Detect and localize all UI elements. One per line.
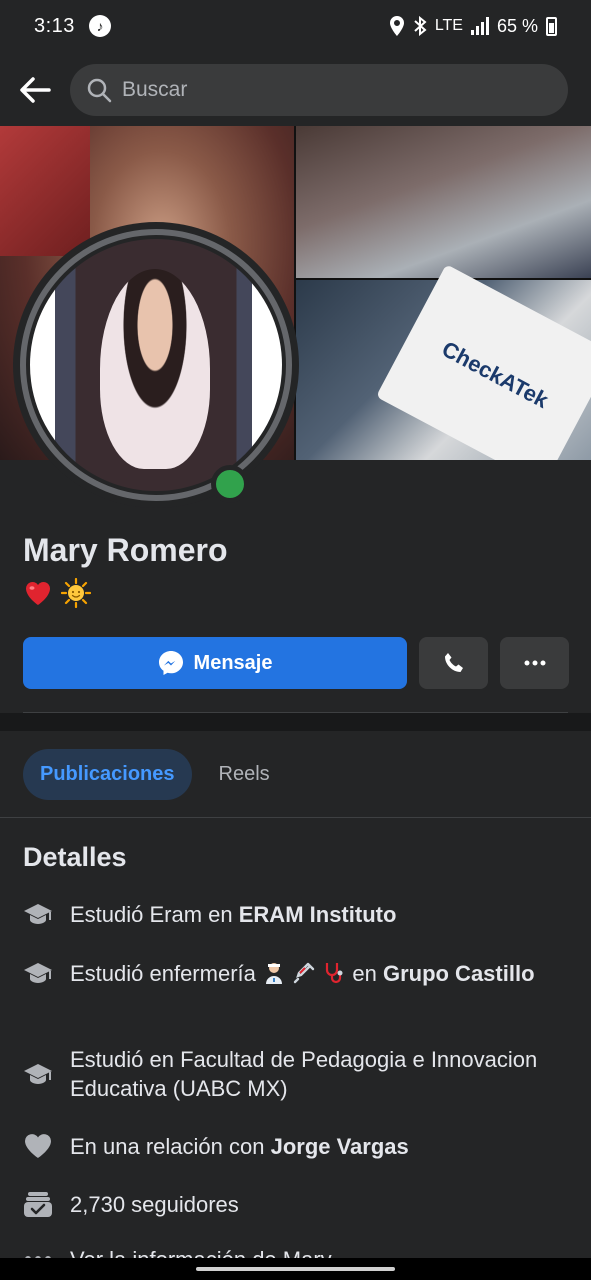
call-button[interactable]: [419, 637, 488, 689]
detail-relationship[interactable]: En una relación con Jorge Vargas: [23, 1131, 568, 1161]
status-time: 3:13: [34, 14, 75, 37]
graduation-cap-icon: [24, 1064, 52, 1084]
detail-link[interactable]: Jorge Vargas: [271, 1134, 409, 1159]
profile-tabs: Publicaciones Reels: [23, 749, 287, 800]
location-icon: [389, 16, 404, 36]
profile-avatar[interactable]: [13, 222, 299, 508]
avatar-photo: [30, 239, 282, 491]
bluetooth-icon: [414, 16, 427, 36]
heart-icon: [25, 1134, 51, 1158]
tab-publicaciones[interactable]: Publicaciones: [23, 749, 192, 800]
profile-name: Mary Romero: [23, 532, 228, 568]
section-separator: [0, 713, 591, 731]
detail-link[interactable]: ERAM Instituto: [239, 902, 397, 927]
syringe-emoji: [293, 962, 315, 983]
more-icon: [524, 660, 545, 666]
battery-percent: 65 %: [496, 15, 538, 36]
message-button-label: Mensaje: [193, 651, 273, 674]
status-bar: 3:13 ♪ LTE 65 %: [0, 0, 591, 52]
cover-image-top-right: [296, 126, 591, 278]
detail-followers[interactable]: 2,730 seguidores: [23, 1189, 568, 1219]
profile-actions: Mensaje: [23, 637, 569, 689]
network-type: LTE: [434, 17, 463, 34]
detail-education-nursing[interactable]: Estudió enfermería en Grupo Castillo: [23, 958, 568, 988]
phone-icon: [444, 653, 463, 672]
followers-icon: [24, 1192, 52, 1217]
search-placeholder: Buscar: [122, 78, 188, 101]
profile-screen: 3:13 ♪ LTE 65 % Buscar CheckATek Mary Ro…: [0, 0, 591, 1280]
graduation-cap-icon: [24, 963, 52, 983]
details-title: Detalles: [23, 842, 127, 872]
more-options-button[interactable]: [500, 637, 569, 689]
detail-text: En una relación con: [70, 1133, 271, 1159]
detail-text: en: [346, 960, 383, 986]
detail-education-uabc[interactable]: Estudió en Facultad de Pedagogia e Innov…: [23, 1045, 568, 1103]
nurse-emoji: [266, 962, 282, 984]
top-bar: Buscar: [0, 62, 591, 118]
status-indicators: LTE 65 %: [389, 16, 557, 37]
search-icon: [87, 78, 112, 103]
detail-text: 2,730 seguidores: [70, 1191, 239, 1217]
detail-education-eram[interactable]: Estudió Eram en ERAM Instituto: [23, 899, 568, 929]
detail-text: Estudió en Facultad de Pedagogia e Innov…: [70, 1047, 538, 1101]
detail-text: Estudió enfermería: [70, 960, 256, 986]
stethoscope-emoji: [326, 962, 343, 983]
search-input[interactable]: Buscar: [70, 64, 568, 116]
messenger-icon: [158, 651, 183, 675]
tab-reels[interactable]: Reels: [202, 749, 287, 800]
signal-icon: [470, 17, 489, 35]
detail-link[interactable]: Grupo Castillo: [383, 961, 535, 986]
avatar-story-ring: [20, 229, 292, 501]
detail-text: Estudió Eram en: [70, 901, 239, 927]
message-button[interactable]: Mensaje: [23, 637, 407, 689]
home-indicator[interactable]: [0, 1258, 591, 1280]
online-status-dot: [211, 465, 249, 503]
battery-icon: [546, 16, 557, 36]
profile-bio: [23, 578, 91, 608]
sun-emoji: [61, 578, 91, 608]
back-button[interactable]: [0, 62, 70, 118]
divider: [0, 817, 591, 818]
cover-product-text: CheckATek: [437, 336, 553, 413]
heart-emoji: [25, 581, 51, 605]
back-arrow-icon: [20, 77, 51, 103]
tiktok-icon: ♪: [88, 15, 111, 37]
graduation-cap-icon: [24, 904, 52, 924]
